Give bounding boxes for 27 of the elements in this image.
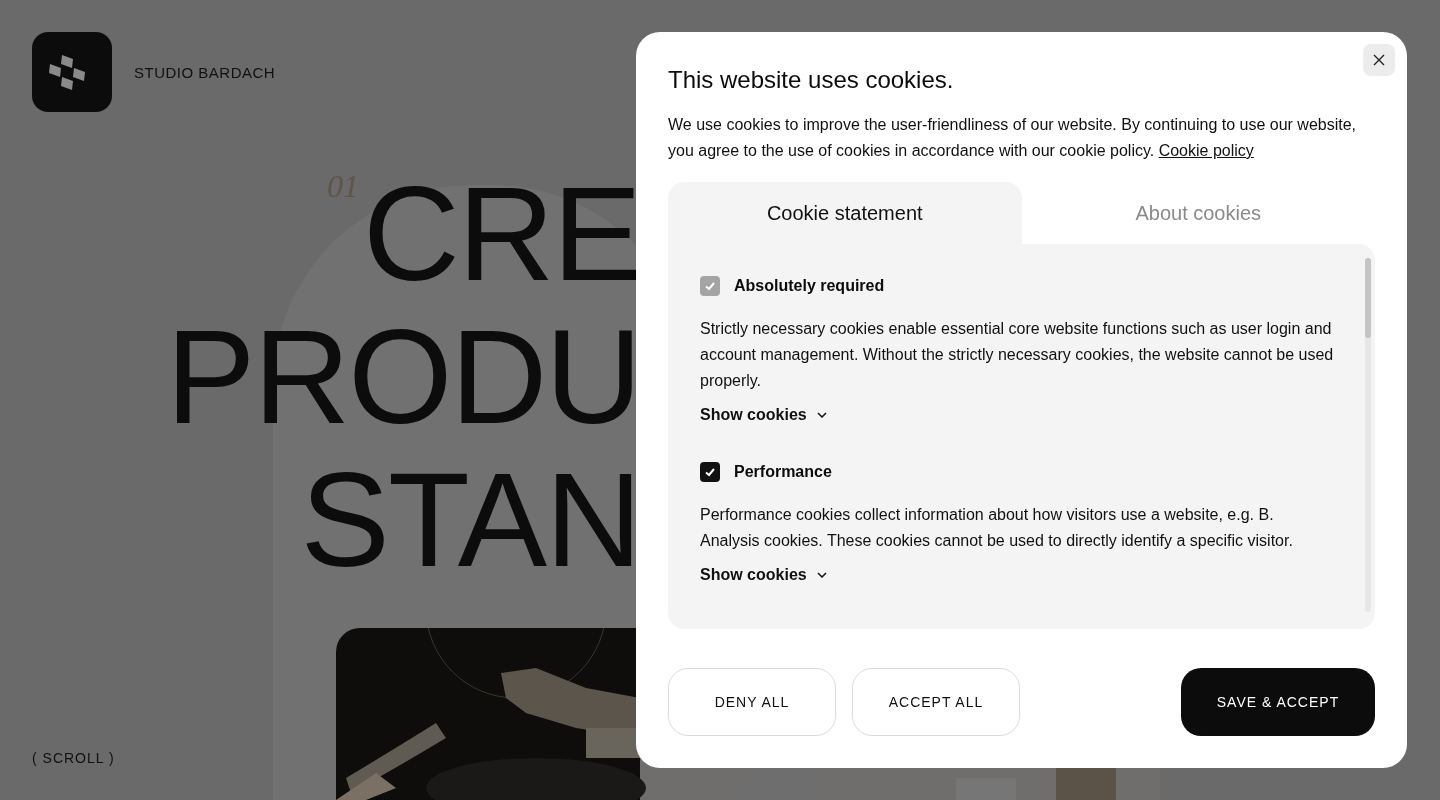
logo-icon — [32, 32, 112, 112]
chevron-icon — [816, 412, 827, 418]
dialog-title: This website uses cookies. — [668, 65, 955, 95]
dialog-button[interactable]: SAVE & ACCEPT — [1181, 668, 1375, 736]
intro-text: We use cookies to improve the user-friendliness of our website. By continuing to use our website, you agree to the use of cookies in accordance with our cookie policy. Cookie policy — [668, 115, 1358, 161]
tab[interactable]: Cookie statement — [668, 182, 1022, 244]
hero-heading: STAN — [300, 448, 640, 591]
scrollbar[interactable] — [1365, 258, 1371, 612]
category-description: Strictly necessary cookies enable essential core website functions such as user login and account management. Without the strictly necessary cookies, the website cannot be used properly. — [700, 319, 1335, 391]
chevron-icon — [816, 572, 827, 578]
category-description: Performance cookies collect information about how visitors use a website, e.g. B. Analysis cookies. These cookies cannot be used to directly identify a specific visitor. — [700, 505, 1294, 551]
category-title: Performance — [734, 463, 832, 481]
checkbox[interactable] — [700, 462, 720, 482]
cookie-policy-link[interactable]: Cookie policy — [1158, 142, 1254, 159]
hero-heading: CRE — [363, 162, 640, 305]
tab[interactable]: About cookies — [1021, 182, 1375, 244]
brand-name: STUDIO BARDACH — [134, 63, 276, 81]
close-button[interactable] — [1363, 44, 1395, 76]
category-title: Absolutely required — [734, 277, 885, 295]
scroll-hint: ( SCROLL ) — [32, 750, 115, 766]
close-icon — [1373, 54, 1385, 66]
check-icon — [704, 466, 716, 478]
show-cookies-button[interactable]: Show cookies — [700, 566, 827, 584]
dialog-button[interactable]: DENY ALL — [668, 668, 836, 736]
dialog-button[interactable]: ACCEPT ALL — [852, 668, 1020, 736]
check-icon — [704, 280, 716, 292]
hero-heading: PRODU — [166, 305, 640, 448]
